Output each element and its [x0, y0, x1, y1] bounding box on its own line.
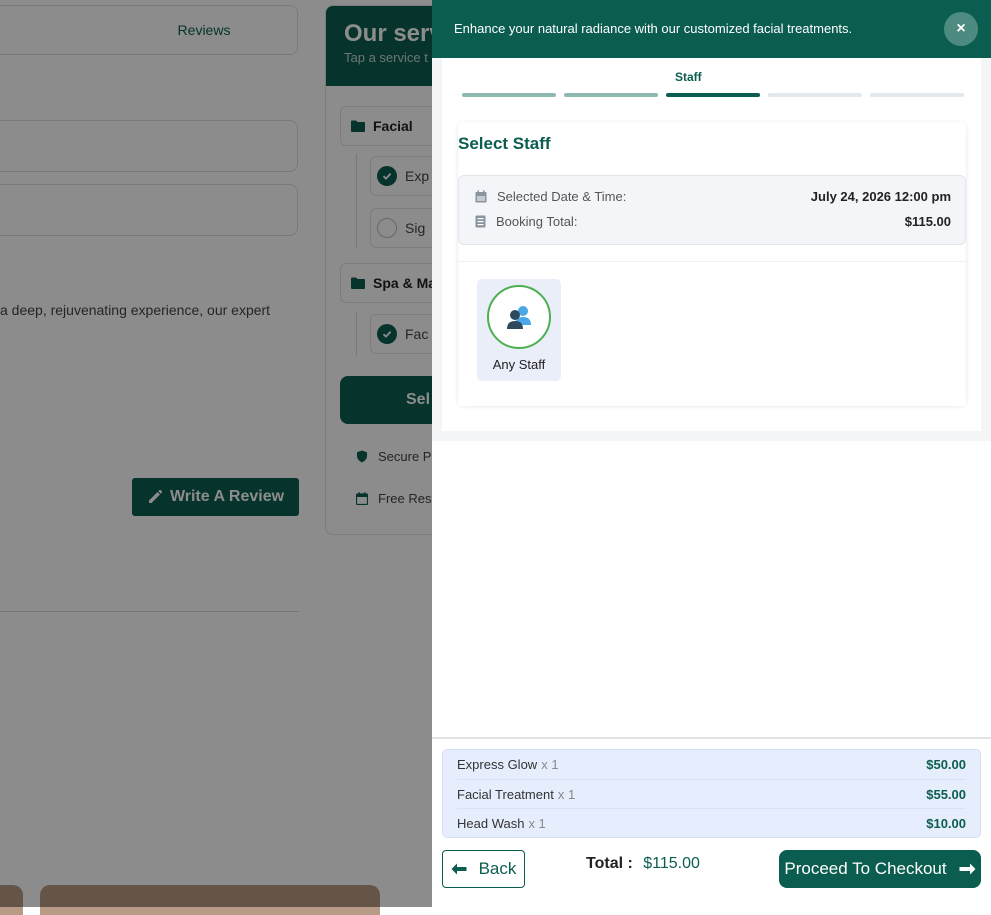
staff-option-any[interactable]: Any Staff	[477, 279, 561, 381]
item-qty: x 1	[541, 757, 559, 772]
drawer-footer: Express Glow x 1 $50.00 Facial Treatment…	[432, 737, 991, 909]
arrow-left-icon	[451, 863, 467, 875]
close-icon: ×	[956, 20, 966, 37]
select-staff-card: Select Staff Selected Date & Time: July …	[458, 122, 966, 406]
step-bar-1	[462, 93, 556, 97]
users-icon	[507, 306, 531, 329]
list-item: Express Glow x 1 $50.00	[457, 750, 966, 779]
current-step-label: Staff	[675, 70, 702, 84]
list-item: Facial Treatment x 1 $55.00	[457, 779, 966, 809]
item-price: $50.00	[926, 757, 966, 772]
drawer-header-text: Enhance your natural radiance with our c…	[454, 21, 853, 36]
item-name: Head Wash	[457, 816, 525, 831]
item-qty: x 1	[557, 787, 576, 802]
order-total: Total : $115.00	[586, 855, 700, 873]
proceed-to-checkout-button[interactable]: Proceed To Checkout	[779, 850, 981, 888]
item-name: Express Glow	[457, 757, 538, 772]
drawer-body: Staff Select Staff Selected Date & Time:…	[432, 58, 991, 441]
step-bar-5	[870, 93, 964, 97]
item-price: $55.00	[926, 787, 966, 802]
item-qty: x 1	[528, 816, 546, 831]
drawer-header: Enhance your natural radiance with our c…	[432, 0, 991, 58]
step-bar-4	[768, 93, 862, 97]
checkout-label: Proceed To Checkout	[784, 859, 947, 878]
booking-total-label: Booking Total:	[496, 214, 578, 229]
card-title: Select Staff	[458, 134, 551, 153]
step-bar-3	[666, 93, 760, 97]
back-label: Back	[478, 859, 517, 878]
total-value: $115.00	[643, 855, 700, 872]
date-time-label: Selected Date & Time:	[497, 189, 627, 204]
staff-list: Any Staff	[458, 261, 966, 406]
date-time-value: July 24, 2026 12:00 pm	[810, 189, 951, 204]
modal-overlay[interactable]	[0, 0, 432, 907]
list-item: Head Wash x 1 $10.00	[457, 808, 966, 838]
step-progress	[462, 93, 964, 97]
booking-total-value: $115.00	[904, 214, 951, 229]
receipt-icon	[475, 215, 486, 228]
item-price: $10.00	[926, 816, 966, 831]
calendar-icon	[475, 190, 487, 203]
booking-drawer: Enhance your natural radiance with our c…	[432, 0, 991, 909]
selected-items: Express Glow x 1 $50.00 Facial Treatment…	[442, 749, 981, 838]
step-panel: Staff Select Staff Selected Date & Time:…	[442, 58, 981, 431]
item-name: Facial Treatment	[457, 787, 554, 802]
total-label: Total :	[586, 855, 633, 872]
staff-name: Any Staff	[492, 357, 546, 372]
step-bar-2	[564, 93, 658, 97]
summary-row-date: Selected Date & Time: July 24, 2026 12:0…	[475, 189, 951, 204]
close-button[interactable]: ×	[944, 12, 978, 46]
booking-summary: Selected Date & Time: July 24, 2026 12:0…	[458, 175, 966, 245]
back-button[interactable]: Back	[442, 850, 525, 888]
arrow-right-icon	[959, 863, 976, 875]
avatar	[487, 285, 551, 349]
summary-row-total: Booking Total: $115.00	[475, 214, 951, 229]
